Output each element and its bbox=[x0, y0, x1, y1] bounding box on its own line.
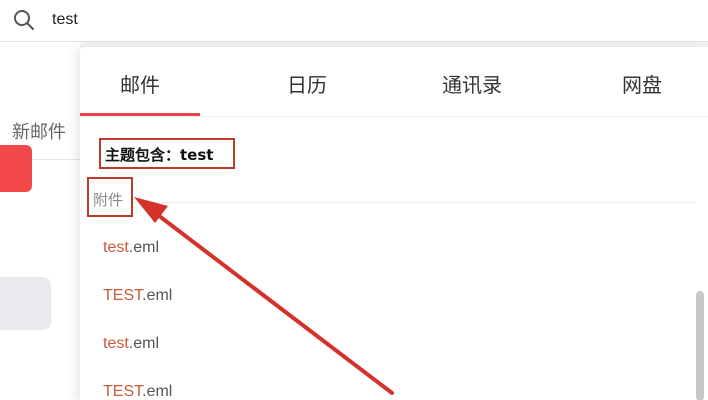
sidebar-item[interactable] bbox=[0, 277, 51, 330]
file-extension: .eml bbox=[142, 383, 173, 400]
file-extension: .eml bbox=[142, 287, 173, 304]
tab-netdisk[interactable]: 网盘 bbox=[622, 69, 662, 98]
attachment-result[interactable]: TEST.eml bbox=[103, 383, 172, 400]
file-extension: .eml bbox=[128, 335, 160, 352]
tab-divider bbox=[80, 116, 708, 117]
attachment-result[interactable]: test.eml bbox=[103, 239, 159, 257]
search-input[interactable] bbox=[52, 6, 652, 34]
match-text: test bbox=[103, 335, 129, 352]
file-extension: .eml bbox=[128, 239, 160, 256]
subject-filter-suggestion[interactable]: 主题包含：test bbox=[105, 144, 213, 165]
section-divider bbox=[132, 202, 696, 203]
attachments-heading: 附件 bbox=[93, 191, 124, 209]
search-icon[interactable] bbox=[13, 9, 35, 31]
tab-contacts[interactable]: 通讯录 bbox=[442, 69, 502, 98]
tab-mail[interactable]: 邮件 bbox=[120, 69, 160, 98]
tab-calendar[interactable]: 日历 bbox=[287, 69, 327, 98]
scrollbar[interactable] bbox=[696, 291, 704, 400]
match-text: TEST bbox=[103, 287, 143, 304]
search-suggestion-dropdown: 邮件 日历 通讯录 网盘 主题包含：test 附件 test.eml TEST.… bbox=[80, 47, 708, 400]
attachment-result[interactable]: test.eml bbox=[103, 335, 159, 353]
new-mail-button[interactable]: 新邮件 bbox=[12, 118, 66, 144]
sidebar: 新邮件 bbox=[0, 42, 80, 400]
search-bar bbox=[0, 0, 708, 42]
match-text: TEST bbox=[103, 383, 143, 400]
compose-button[interactable] bbox=[0, 145, 32, 192]
attachment-result[interactable]: TEST.eml bbox=[103, 287, 172, 305]
match-text: test bbox=[103, 239, 129, 256]
